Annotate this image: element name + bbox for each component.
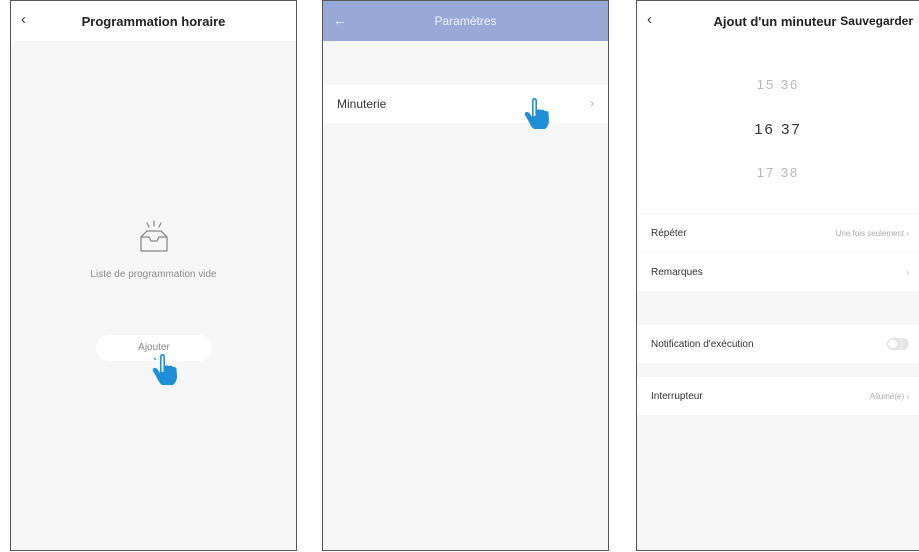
save-button[interactable]: Sauvegarder xyxy=(840,14,913,28)
page-title: Ajout d'un minuteur xyxy=(713,13,837,29)
time-picker[interactable]: 15 36 16 37 17 38 xyxy=(637,41,919,213)
chevron-right-icon: › xyxy=(906,267,909,277)
header: ← Paramètres xyxy=(323,1,608,41)
hand-pointer-icon xyxy=(152,354,177,385)
notification-toggle[interactable] xyxy=(887,338,909,350)
repeat-row[interactable]: Répéter Une fois seulement › xyxy=(637,214,919,252)
minute-value: 37 xyxy=(781,121,802,138)
repeat-label: Répéter xyxy=(651,227,687,239)
repeat-value: Une fois seulement › xyxy=(835,228,909,238)
header: ‹ Ajout d'un minuteur Sauvegarder xyxy=(637,1,919,41)
notes-row[interactable]: Remarques › xyxy=(637,253,919,291)
screen-schedule-list: ‹ Programmation horaire Liste de program… xyxy=(10,0,297,551)
switch-value: Allumé(e) › xyxy=(869,391,909,401)
settings-item-minuterie[interactable]: Minuterie › xyxy=(323,85,608,123)
minute-value: 38 xyxy=(780,165,800,180)
switch-label: Interrupteur xyxy=(651,390,703,402)
back-chevron-icon[interactable]: ‹ xyxy=(21,12,26,27)
empty-state-text: Liste de programmation vide xyxy=(90,269,217,280)
header: ‹ Programmation horaire xyxy=(11,1,296,41)
back-chevron-icon[interactable]: ‹ xyxy=(647,12,652,27)
settings-item-label: Minuterie xyxy=(337,97,387,111)
hour-value: 17 xyxy=(756,165,776,180)
time-picker-prev-row[interactable]: 15 36 xyxy=(637,77,919,92)
hour-value: 16 xyxy=(754,121,775,138)
notification-row: Notification d'exécution xyxy=(637,325,919,363)
time-picker-selected-row[interactable]: 16 37 xyxy=(637,121,919,138)
notes-label: Remarques xyxy=(651,266,703,278)
screen-settings: ← Paramètres Minuterie › xyxy=(322,0,609,551)
minute-value: 36 xyxy=(780,77,800,92)
time-picker-next-row[interactable]: 17 38 xyxy=(637,165,919,180)
page-title: Paramètres xyxy=(434,14,497,28)
empty-inbox-icon xyxy=(140,220,168,252)
switch-row[interactable]: Interrupteur Allumé(e) › xyxy=(637,377,919,415)
screen-add-timer: ‹ Ajout d'un minuteur Sauvegarder 15 36 … xyxy=(636,0,919,551)
hour-value: 15 xyxy=(756,77,776,92)
notification-label: Notification d'exécution xyxy=(651,338,754,350)
back-arrow-icon[interactable]: ← xyxy=(333,13,347,27)
chevron-right-icon: › xyxy=(590,98,594,110)
page-title: Programmation horaire xyxy=(81,13,226,29)
hand-pointer-icon xyxy=(524,98,549,129)
